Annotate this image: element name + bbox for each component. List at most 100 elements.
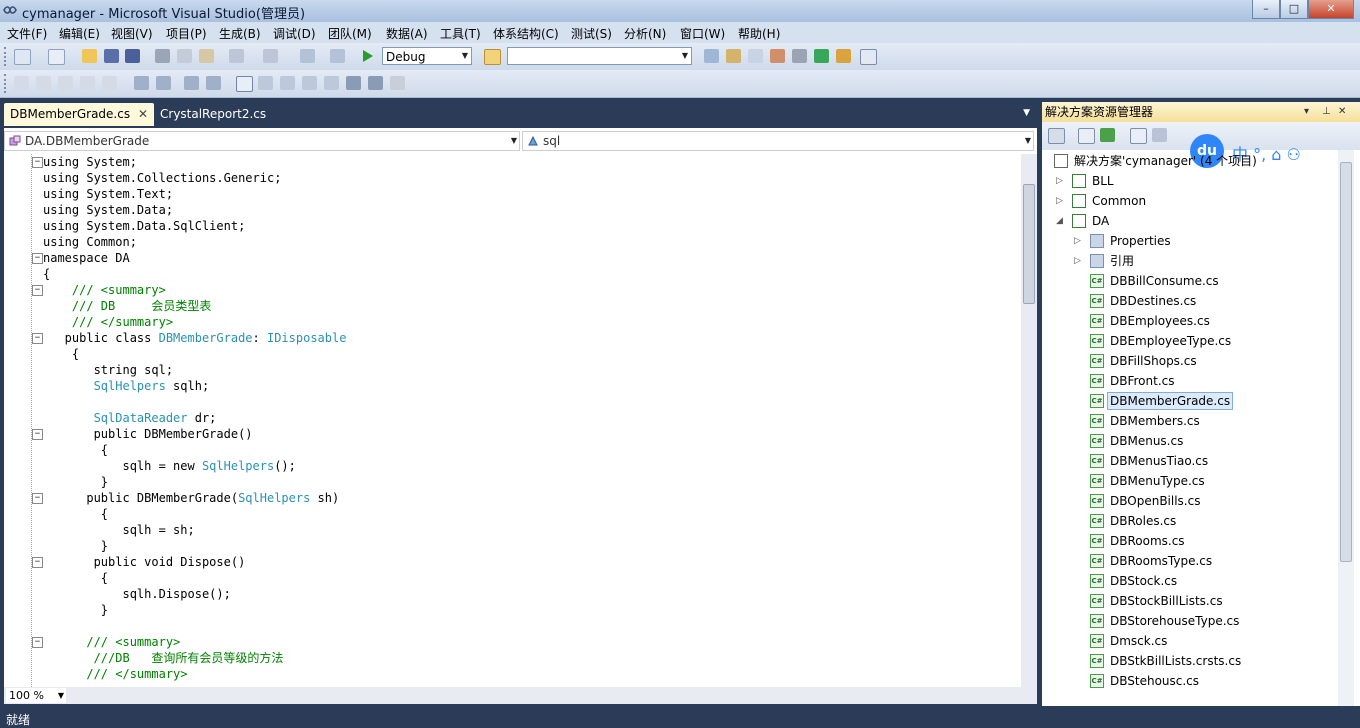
code-line[interactable]: string sql; <box>43 362 173 378</box>
previous-bookmark-icon[interactable] <box>258 76 273 90</box>
menu-view[interactable]: 视图(V) <box>111 25 153 42</box>
code-line[interactable]: public class DBMemberGrade: IDisposable <box>43 330 347 346</box>
members-combo[interactable]: sql ▼ <box>522 131 1034 151</box>
expand-arrow-icon[interactable]: ▷ <box>1056 172 1063 190</box>
tree-item-file[interactable]: C# DBBillConsume.cs <box>1042 272 1338 290</box>
find-combo[interactable]: ▼ <box>507 47 692 65</box>
copy-icon[interactable] <box>177 49 192 63</box>
editor-vertical-scrollbar[interactable] <box>1021 154 1037 687</box>
save-all-icon[interactable] <box>125 49 140 63</box>
close-tab-icon[interactable]: ✕ <box>138 103 148 126</box>
tree-item-file[interactable]: C# DBStockBillLists.cs <box>1042 592 1338 610</box>
view-class-diagram-icon[interactable] <box>1152 128 1167 142</box>
code-line[interactable]: public void Dispose() <box>43 554 246 570</box>
menu-edit[interactable]: 编辑(E) <box>59 25 100 42</box>
menu-team[interactable]: 团队(M) <box>328 25 372 42</box>
object-browser-icon[interactable] <box>748 49 763 63</box>
tree-item-file[interactable]: C# DBMenus.cs <box>1042 432 1338 450</box>
properties-icon[interactable] <box>726 49 741 63</box>
tree-item-file[interactable]: C# DBFillShops.cs <box>1042 352 1338 370</box>
find-in-files-icon[interactable] <box>484 49 501 65</box>
toolbar-grip[interactable] <box>4 47 9 66</box>
navigate-forward-icon[interactable] <box>330 49 345 63</box>
code-line[interactable]: /// </summary> <box>43 666 187 682</box>
menu-data[interactable]: 数据(A) <box>386 25 428 42</box>
tree-item-project-da[interactable]: ◢ DA <box>1042 212 1338 230</box>
code-line[interactable]: public DBMemberGrade(SqlHelpers sh) <box>43 490 339 506</box>
collapse-region-icon[interactable]: − <box>32 557 43 568</box>
zoom-select[interactable]: 100 % ▼ <box>6 688 66 703</box>
collapse-region-icon[interactable]: − <box>32 493 43 504</box>
scrollbar-thumb[interactable] <box>1023 184 1035 304</box>
navigate-backward-icon[interactable] <box>300 49 315 63</box>
menu-file[interactable]: 文件(F) <box>7 25 47 42</box>
tree-item-file[interactable]: C# DBStkBillLists.crsts.cs <box>1042 652 1338 670</box>
paste-icon[interactable] <box>199 49 214 63</box>
window-layout-icon[interactable] <box>860 49 877 65</box>
tree-item-file[interactable]: C# DBMenuType.cs <box>1042 472 1338 490</box>
code-line[interactable]: using Common; <box>43 234 137 250</box>
toggle-bookmark-icon[interactable] <box>236 76 253 92</box>
collapse-region-icon[interactable]: − <box>32 637 43 648</box>
refresh-icon[interactable] <box>1100 128 1115 142</box>
tools-icon[interactable] <box>792 49 807 63</box>
tree-item-file[interactable]: C# DBStorehouseType.cs <box>1042 612 1338 630</box>
new-project-icon[interactable] <box>14 49 31 65</box>
code-line[interactable]: SqlDataReader dr; <box>43 410 217 426</box>
code-line[interactable]: using System.Data.SqlClient; <box>43 218 245 234</box>
properties-icon[interactable] <box>1048 128 1065 144</box>
next-bookmark-doc-icon[interactable] <box>368 76 383 90</box>
save-icon[interactable] <box>104 49 119 63</box>
tab-dbmembergrade[interactable]: DBMemberGrade.cs ✕ <box>4 103 154 126</box>
menu-architecture[interactable]: 体系结构(C) <box>493 25 559 42</box>
add-item-icon[interactable] <box>48 49 65 65</box>
menu-analyze[interactable]: 分析(N) <box>624 25 666 42</box>
menu-project[interactable]: 项目(P) <box>166 25 207 42</box>
code-line[interactable]: using System; <box>43 154 137 170</box>
code-line[interactable]: ///DB 查询所有会员等级的方法 <box>43 650 284 666</box>
code-line[interactable]: sqlh.Dispose(); <box>43 586 230 602</box>
next-bookmark-icon[interactable] <box>280 76 295 90</box>
code-line[interactable]: { <box>43 266 50 282</box>
open-file-icon[interactable] <box>82 49 97 63</box>
configuration-select[interactable]: Debug ▼ <box>382 47 472 65</box>
indent-icon[interactable] <box>102 76 117 90</box>
redo-icon[interactable] <box>263 49 278 63</box>
expand-arrow-icon[interactable]: ▷ <box>1056 192 1063 210</box>
code-line[interactable]: { <box>43 570 108 586</box>
tree-item-file[interactable]: C# DBDestines.cs <box>1042 292 1338 310</box>
tree-item-project-bll[interactable]: ▷ BLL <box>1042 172 1338 190</box>
code-line[interactable]: namespace DA <box>43 250 130 266</box>
menu-help[interactable]: 帮助(H) <box>738 25 780 42</box>
toolbar-grip[interactable] <box>4 74 9 93</box>
tree-item-file[interactable]: C# DBEmployees.cs <box>1042 312 1338 330</box>
collapse-arrow-icon[interactable]: ◢ <box>1056 212 1063 230</box>
selection-margin[interactable] <box>4 154 24 687</box>
tree-item-file[interactable]: C# DBFront.cs <box>1042 372 1338 390</box>
extension-manager-icon[interactable] <box>814 49 829 63</box>
view-code-icon[interactable] <box>1130 128 1147 144</box>
tab-dropdown-icon[interactable]: ▼ <box>1023 108 1030 118</box>
code-line[interactable]: sqlh = sh; <box>43 522 194 538</box>
tree-item-folder[interactable]: ▷ 引用 <box>1042 252 1338 270</box>
expand-arrow-icon[interactable]: ▷ <box>1074 232 1081 250</box>
tree-item-solution[interactable]: 解决方案'cymanager' (4 个项目) <box>1042 152 1338 170</box>
code-line[interactable]: using System.Data; <box>43 202 173 218</box>
scrollbar-thumb[interactable] <box>1340 162 1352 562</box>
quick-info-icon[interactable] <box>58 76 73 90</box>
solution-explorer-icon[interactable] <box>704 49 719 63</box>
tree-item-file[interactable]: C# DBMenusTiao.cs <box>1042 452 1338 470</box>
tree-item-file[interactable]: C# DBMembers.cs <box>1042 412 1338 430</box>
collapse-region-icon[interactable]: − <box>32 157 43 168</box>
pin-icon[interactable]: ⊥ <box>1322 102 1331 122</box>
tree-item-file[interactable]: C# DBOpenBills.cs <box>1042 492 1338 510</box>
code-line[interactable]: /// </summary> <box>43 314 173 330</box>
menu-build[interactable]: 生成(B) <box>219 25 261 42</box>
show-all-files-icon[interactable] <box>1078 128 1095 144</box>
code-line[interactable]: } <box>43 538 108 554</box>
close-panel-icon[interactable]: ✕ <box>1338 102 1346 122</box>
collapse-region-icon[interactable]: − <box>32 253 43 264</box>
collapse-region-icon[interactable]: − <box>32 285 43 296</box>
code-line[interactable]: sqlh = new SqlHelpers(); <box>43 458 295 474</box>
code-line[interactable]: SqlHelpers sqlh; <box>43 378 210 394</box>
